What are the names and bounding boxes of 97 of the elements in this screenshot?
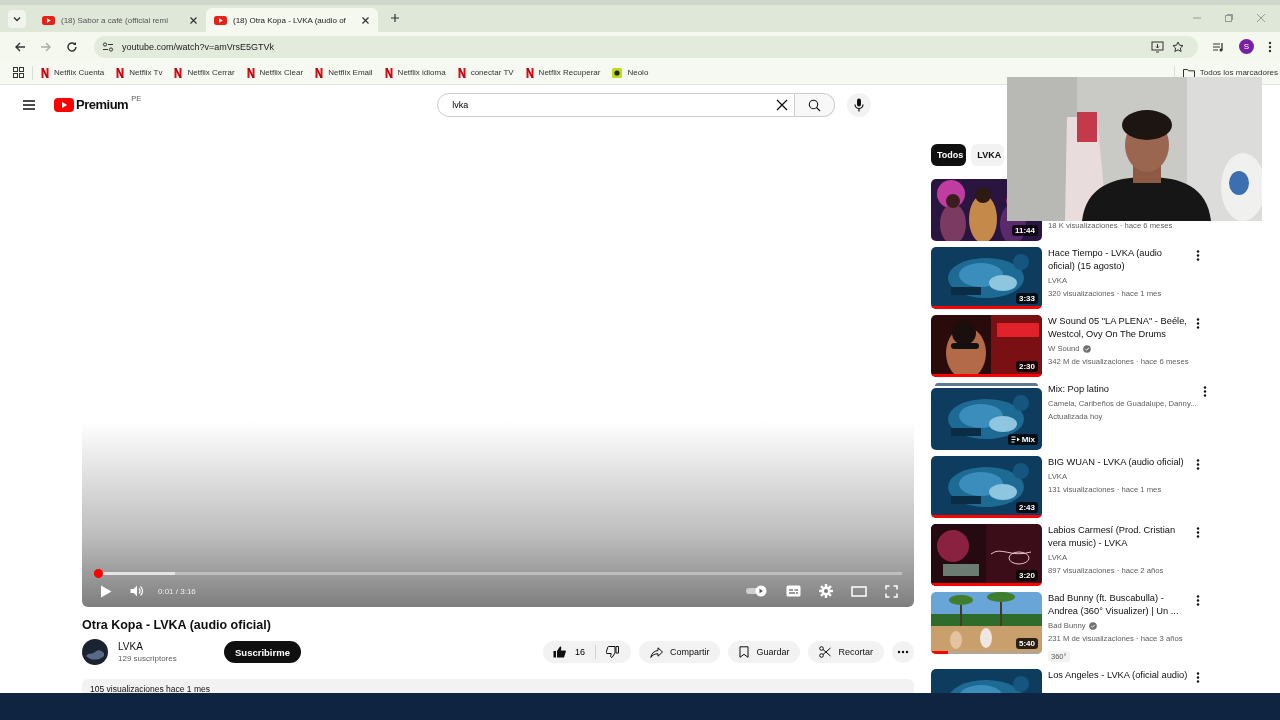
more-icon[interactable] [1268,40,1272,53]
duration-badge: 3:20 [1016,570,1038,581]
tab-search-button[interactable] [8,10,26,28]
thumbs-down-icon [605,646,619,658]
bookmark-link[interactable]: Netflix Cuenta [41,67,105,78]
more-icon [897,650,909,654]
filter-chip[interactable]: LVKA [971,144,1005,166]
duration-badge: 2:30 [1016,361,1038,372]
more-icon[interactable] [1196,672,1200,683]
time-display: 0:01 / 3:16 [158,586,196,596]
like-button[interactable]: 16 [542,641,595,663]
bookmark-link[interactable]: Netflix Recuperar [525,67,601,78]
play-logo-icon [214,15,227,25]
duration-badge: 3:33 [1016,293,1038,304]
close-icon[interactable] [189,15,198,25]
address-bar[interactable]: youtube.com/watch?v=amVrsE5GTVk [94,35,1198,58]
filter-chip[interactable]: Todos [931,144,967,166]
duration-badge: Mix [1007,434,1038,445]
bookmark-icon [315,67,324,78]
more-icon[interactable] [1202,386,1207,397]
search-button[interactable] [795,93,836,117]
share-icon [649,646,663,658]
share-button[interactable]: Compartir [638,641,721,663]
captions-icon[interactable] [786,585,801,597]
bookmark-icon [457,67,466,78]
menu-icon[interactable] [22,99,36,111]
subscriber-count: 129 suscriptores [118,654,178,663]
tab-title: (18) Sabor a café (official remi [61,15,169,25]
bookmark-link[interactable]: Neolo [612,67,649,78]
channel-name[interactable]: LVKA [118,641,216,652]
duration-badge: 11:44 [1011,225,1038,236]
bookmark-link[interactable]: Netflix Email [315,67,373,78]
bookmark-link[interactable]: Netflix Cerrar [174,67,235,78]
description-box[interactable]: 105 visualizaciones hace 1 mes [82,679,914,693]
autoplay-toggle-icon[interactable] [746,585,768,597]
video-title[interactable]: Hace Tiempo - LVKA (audio oficial) (15 agosto) [1048,247,1188,273]
tab-title: (18) Otra Kopa - LVKA (audio of [233,15,347,25]
apps-icon[interactable] [13,67,24,78]
fullscreen-icon[interactable] [885,584,898,598]
more-icon[interactable] [1196,527,1200,538]
more-icon[interactable] [1196,250,1200,261]
video-title[interactable]: Labios Carmesí (Prod. Cristian vera music) - LVKA [1048,524,1188,550]
bookmark-link[interactable]: Netflix Clear [246,67,304,78]
bookmark-link[interactable]: Netflix idioma [384,67,446,78]
site-settings-icon[interactable] [102,40,114,53]
bookmark-icon [525,67,534,78]
bookmark-icon [41,67,49,78]
microphone-icon [854,98,865,112]
bookmark-icon [384,67,393,78]
bookmark-link[interactable]: conectar TV [457,67,514,78]
close-icon[interactable] [361,15,370,25]
duration-badge: 2:43 [1016,502,1038,513]
bookmark-icon [246,67,255,78]
duration-badge: 5:40 [1016,638,1038,649]
thumbs-up-icon [552,646,566,658]
bookmark-link[interactable]: Netflix Tv [116,67,163,78]
scrubber-handle[interactable] [94,569,104,578]
more-icon[interactable] [1196,595,1200,606]
view-count: 105 visualizaciones hace 1 mes [90,684,210,693]
bookmark-icon [174,67,183,78]
bookmark-icon [612,67,623,78]
save-button[interactable]: Guardar [728,641,801,663]
bookmark-icon [739,646,750,658]
media-icon[interactable] [1212,40,1225,53]
video-title[interactable]: W Sound 05 "LA PLENA" - Beéle, Westcol, Ovy On The Drums [1048,315,1188,341]
bookmark-icon [116,67,125,78]
browser-tab[interactable]: (18) Sabor a café (official remi [34,8,206,32]
channel-avatar[interactable] [82,639,108,665]
star-icon[interactable] [1172,40,1184,53]
reload-icon[interactable] [66,40,78,53]
playlist-icon [1010,436,1020,443]
browser-tab[interactable]: (18) Otra Kopa - LVKA (audio of [206,8,378,32]
video-title[interactable]: Mix: Pop latino [1048,383,1188,396]
volume-icon[interactable] [130,585,144,597]
subscribe-button[interactable]: Suscribirme [224,641,301,663]
play-logo-icon [42,15,55,25]
more-icon[interactable] [1196,318,1200,329]
video-title[interactable]: BIG WUAN - LVKA (audio oficial) [1048,456,1188,469]
voice-search-button[interactable] [847,93,872,117]
new-tab-icon[interactable] [390,13,400,23]
back-icon[interactable] [14,40,26,53]
url-text: youtube.com/watch?v=amVrsE5GTVk [122,41,274,52]
theater-mode-icon[interactable] [851,585,867,597]
more-actions-button[interactable] [892,641,914,663]
clear-icon[interactable] [776,99,789,111]
video-title: Otra Kopa - LVKA (audio oficial) [82,618,272,632]
more-icon[interactable] [1196,459,1200,470]
profile-button[interactable]: S [1239,39,1254,54]
scissors-icon [819,646,832,658]
search-input[interactable]: lvka [452,100,777,110]
chevron-down-icon [12,14,22,24]
settings-icon[interactable] [819,584,833,598]
play-icon[interactable] [100,584,112,598]
clip-button[interactable]: Recortar [808,641,884,663]
search-icon [808,98,822,112]
video-title[interactable]: Los Angeles - LVKA (oficial audio) [1048,669,1188,682]
video-title[interactable]: Bad Bunny (ft. Buscabulla) - Andrea (360° Visualizer) | Un ... [1048,592,1188,618]
